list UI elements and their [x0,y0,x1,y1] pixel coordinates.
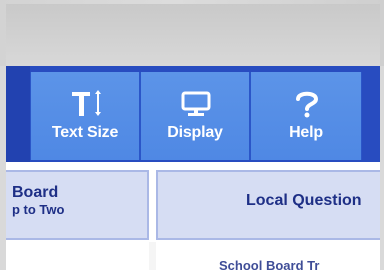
contest-card-local-question[interactable]: Local Question [156,170,380,240]
help-label: Help [289,124,323,141]
lower-content-area [6,242,380,270]
text-size-button[interactable]: Text Size [30,72,140,160]
contest-card-school-board[interactable]: Board p to Two [6,170,149,240]
monitor-icon [141,90,249,118]
card-title: Local Question [246,192,362,209]
help-button[interactable]: Help [250,72,362,160]
display-button[interactable]: Display [140,72,250,160]
kiosk-screen: Text Size Display Help Board p to Two Lo… [6,66,380,270]
card-subtitle: p to Two [12,202,65,217]
device-bezel [6,4,380,66]
toolbar-right-edge [362,66,380,162]
text-size-icon [31,90,139,118]
card-title: Board [12,184,59,201]
bezel-right-edge [380,66,384,270]
question-mark-icon [251,90,361,118]
toolbar-left-edge [6,66,30,162]
lower-divider [149,242,156,270]
display-label: Display [167,124,223,141]
text-size-label: Text Size [51,124,119,141]
partial-contest-label: School Board Tr [219,258,320,270]
